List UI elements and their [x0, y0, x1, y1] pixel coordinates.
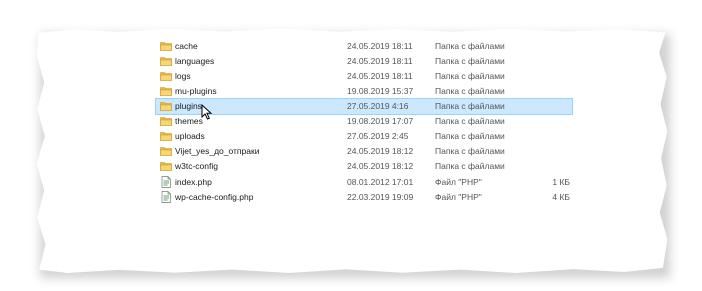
file-date: 27.05.2019 4:16 — [347, 101, 409, 111]
file-date: 08.01.2012 17:01 — [347, 177, 414, 187]
folder-icon — [160, 85, 172, 97]
file-type: Папка с файлами — [435, 41, 505, 51]
file-row-selected[interactable]: plugins 27.05.2019 4:16 Папка с файлами — [155, 98, 573, 115]
file-row[interactable]: uploads 27.05.2019 2:45 Папка с файлами — [156, 129, 572, 144]
file-row[interactable]: logs 24.05.2019 18:11 Папка с файлами — [156, 69, 572, 84]
file-date: 19.08.2019 15:37 — [347, 86, 414, 96]
mouse-cursor-icon — [201, 104, 213, 120]
file-name: plugins — [175, 101, 202, 111]
file-row[interactable]: languages 24.05.2019 18:11 Папка с файла… — [156, 54, 572, 69]
file-date: 24.05.2019 18:11 — [347, 56, 413, 66]
file-name: logs — [175, 71, 191, 81]
file-date: 27.05.2019 2:45 — [347, 131, 409, 141]
file-size: 1 КБ — [552, 177, 570, 187]
folder-icon — [160, 70, 172, 82]
file-type: Папка с файлами — [435, 101, 505, 111]
folder-icon — [160, 55, 172, 67]
file-name: mu-plugins — [175, 86, 217, 96]
file-row[interactable]: wp-cache-config.php 22.03.2019 19:09 Фай… — [156, 190, 572, 205]
file-name: cache — [175, 41, 198, 51]
file-type: Папка с файлами — [435, 146, 505, 156]
file-type: Папка с файлами — [435, 131, 505, 141]
file-row[interactable]: index.php 08.01.2012 17:01 Файл "PHP" 1 … — [156, 175, 572, 190]
file-name: w3tc-config — [175, 161, 218, 171]
file-row[interactable]: themes 19.08.2019 17:07 Папка с файлами — [156, 114, 572, 129]
file-name: wp-cache-config.php — [175, 192, 254, 202]
folder-icon — [160, 145, 172, 157]
file-type: Папка с файлами — [435, 86, 505, 96]
file-date: 24.05.2019 18:11 — [347, 41, 413, 51]
file-type: Папка с файлами — [435, 71, 505, 81]
file-date: 19.08.2019 17:07 — [347, 116, 414, 126]
file-type: Файл "PHP" — [435, 177, 482, 187]
file-row[interactable]: w3tc-config 24.05.2019 18:12 Папка с фай… — [156, 159, 572, 174]
file-date: 24.05.2019 18:11 — [347, 71, 413, 81]
php-file-icon — [160, 176, 172, 188]
file-row[interactable]: mu-plugins 19.08.2019 15:37 Папка с файл… — [156, 84, 572, 99]
file-type: Папка с файлами — [435, 161, 505, 171]
file-size: 4 КБ — [552, 192, 570, 202]
folder-icon — [160, 160, 172, 172]
file-type: Папка с файлами — [435, 116, 505, 126]
file-name: themes — [175, 116, 203, 126]
file-date: 22.03.2019 19:09 — [347, 192, 414, 202]
file-type: Файл "PHP" — [435, 192, 482, 202]
file-name: index.php — [175, 177, 212, 187]
file-row[interactable]: Vijet_yes_до_отпраки 24.05.2019 18:12 Па… — [156, 144, 572, 159]
folder-icon — [160, 115, 172, 127]
file-name: Vijet_yes_до_отпраки — [175, 146, 260, 156]
file-name: languages — [175, 56, 215, 66]
file-date: 24.05.2019 18:12 — [347, 161, 414, 171]
folder-icon — [160, 100, 172, 112]
file-row[interactable]: cache 24.05.2019 18:11 Папка с файлами — [156, 39, 572, 54]
php-file-icon — [160, 191, 172, 203]
file-name: uploads — [175, 131, 205, 141]
folder-icon — [160, 130, 172, 142]
file-date: 24.05.2019 18:12 — [347, 146, 414, 156]
file-list: cache 24.05.2019 18:11 Папка с файлами l… — [0, 0, 702, 291]
folder-icon — [160, 40, 172, 52]
file-type: Папка с файлами — [435, 56, 505, 66]
